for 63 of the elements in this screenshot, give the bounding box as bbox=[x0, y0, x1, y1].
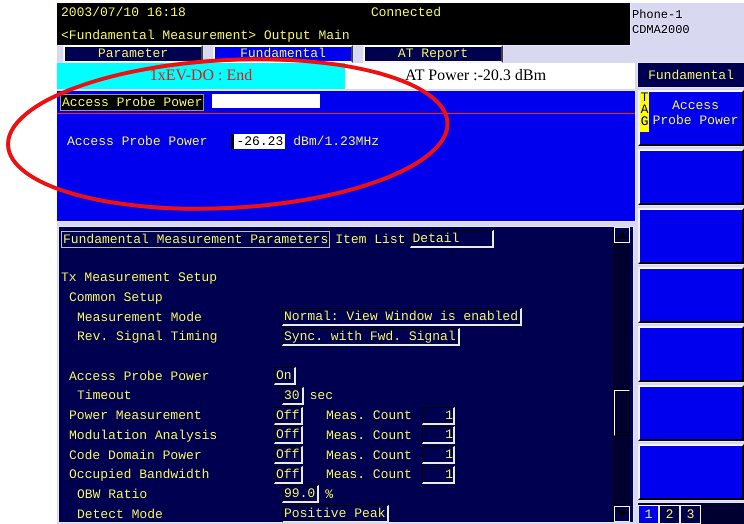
result-value: -26.23 bbox=[231, 134, 286, 149]
softkey[interactable] bbox=[638, 444, 744, 500]
parameter-label: OBW Ratio bbox=[76, 486, 148, 502]
softkey[interactable] bbox=[638, 267, 744, 323]
scroll-thumb[interactable] bbox=[614, 390, 630, 436]
parameter-label: Power Measurement bbox=[68, 408, 203, 424]
page-tab[interactable]: 2 bbox=[659, 505, 680, 524]
parameter-label: Rev. Signal Timing bbox=[76, 329, 218, 344]
parameter-label: Access Probe Power bbox=[68, 368, 210, 384]
parameter-label: Common Setup bbox=[68, 290, 164, 306]
page-tab[interactable]: 3 bbox=[680, 505, 701, 524]
softkey[interactable] bbox=[638, 149, 744, 205]
system-name: CDMA2000 bbox=[632, 23, 691, 38]
count-field[interactable]: 1 bbox=[422, 466, 455, 484]
softkey[interactable] bbox=[638, 208, 744, 264]
item-list-field[interactable]: Detail bbox=[410, 230, 494, 248]
page-tab[interactable]: 1 bbox=[638, 505, 659, 524]
count-field[interactable]: 1 bbox=[422, 426, 455, 444]
parameter-label: Occupied Bandwidth bbox=[68, 467, 210, 482]
parameter-label: Detect Mode bbox=[76, 506, 164, 522]
parameter-field[interactable]: Normal: View Window is enabled bbox=[282, 308, 522, 326]
parameter-field[interactable]: Off bbox=[274, 466, 304, 484]
parameter-field[interactable]: 99.0 bbox=[282, 485, 320, 504]
softkey[interactable] bbox=[638, 326, 744, 382]
count-label: Meas. Count bbox=[326, 448, 412, 463]
softkey-menu-title: Fundamental bbox=[638, 63, 744, 87]
result-unit: dBm/1.23MHz bbox=[293, 134, 380, 149]
unit-label: % bbox=[325, 486, 333, 502]
screen-title: <Fundamental Measurement> Output Main bbox=[61, 28, 350, 43]
parameter-label: Timeout bbox=[76, 388, 133, 404]
scroll-down-icon[interactable] bbox=[614, 506, 630, 522]
parameter-field[interactable]: Off bbox=[274, 426, 304, 444]
tab[interactable]: Parameter bbox=[63, 45, 203, 63]
parameter-label: Tx Measurement Setup bbox=[61, 270, 218, 286]
parameter-field[interactable]: Off bbox=[274, 446, 304, 464]
count-field[interactable]: 1 bbox=[422, 406, 455, 425]
parameter-field[interactable]: Off bbox=[274, 406, 304, 425]
count-label: Meas. Count bbox=[326, 408, 412, 424]
parameter-label: Code Domain Power bbox=[68, 448, 203, 463]
count-field[interactable]: 1 bbox=[422, 446, 455, 464]
result-label: Access Probe Power bbox=[67, 134, 208, 149]
count-label: Meas. Count bbox=[326, 428, 412, 443]
call-state: 1xEV-DO : End bbox=[57, 63, 345, 89]
parameter-field[interactable]: Positive Peak bbox=[282, 505, 390, 524]
count-label: Meas. Count bbox=[326, 467, 412, 482]
scrollbar[interactable] bbox=[613, 227, 630, 522]
tag-marker: TAG bbox=[640, 92, 649, 132]
scroll-up-icon[interactable] bbox=[614, 227, 630, 243]
unit-label: sec bbox=[310, 388, 333, 404]
tab[interactable]: AT Report bbox=[363, 45, 503, 63]
at-power-readout: AT Power :-20.3 dBm bbox=[345, 63, 635, 89]
device-name: Phone-1 bbox=[632, 8, 684, 23]
parameter-field[interactable]: 30 bbox=[282, 386, 304, 405]
result-title: Access Probe Power bbox=[60, 94, 204, 111]
parameter-label: Modulation Analysis bbox=[68, 428, 218, 443]
panel-title: Fundamental Measurement Parameters bbox=[61, 230, 330, 248]
softkey[interactable] bbox=[638, 385, 744, 441]
item-list-label: Item List bbox=[335, 232, 406, 246]
parameter-field[interactable]: Sync. with Fwd. Signal bbox=[282, 328, 460, 346]
date-time: 2003/07/10 16:18 bbox=[61, 5, 186, 20]
parameter-field[interactable]: On bbox=[274, 367, 296, 386]
parameter-label: Measurement Mode bbox=[76, 310, 203, 325]
connection-status: Connected bbox=[370, 5, 442, 20]
